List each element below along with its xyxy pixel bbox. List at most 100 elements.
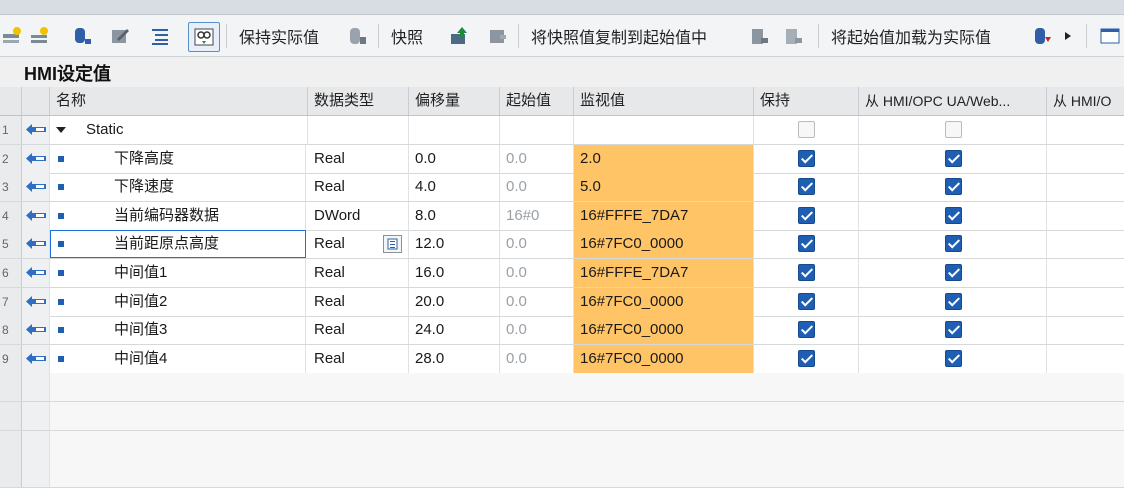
empty-row[interactable]: [0, 402, 1124, 431]
header-start-value[interactable]: 起始值: [500, 87, 574, 115]
header-hmi-access[interactable]: 从 HMI/OPC UA/Web...: [859, 87, 1047, 115]
load-start-as-actual-button[interactable]: 将起始值加载为实际值: [825, 22, 997, 50]
header-monitor-value[interactable]: 监视值: [574, 87, 754, 115]
retain-checkbox[interactable]: [798, 121, 815, 138]
monitor-value-cell[interactable]: 16#FFFE_7DA7: [574, 201, 754, 230]
table-row[interactable]: 9 中间值4 Real 28.0 0.0 16#7FC0_0000: [0, 344, 1124, 374]
datatype-cell[interactable]: Real: [308, 344, 409, 373]
table-row[interactable]: 7 中间值2 Real 20.0 0.0 16#7FC0_0000: [0, 287, 1124, 317]
name-cell[interactable]: 下降高度: [50, 144, 306, 173]
start-value-cell[interactable]: 16#0: [500, 201, 574, 230]
table-row[interactable]: 2 下降高度 Real 0.0 0.0 2.0: [0, 144, 1124, 174]
start-value-cell[interactable]: 0.0: [500, 259, 574, 287]
offset-cell[interactable]: 12.0: [409, 230, 500, 259]
snapshot-up-icon[interactable]: [447, 22, 471, 50]
offset-cell[interactable]: 0.0: [409, 144, 500, 173]
name-cell[interactable]: 中间值3: [50, 316, 306, 345]
header-name[interactable]: 名称: [50, 87, 308, 115]
datatype-cell[interactable]: Real: [308, 316, 409, 345]
retain-checkbox[interactable]: [798, 149, 815, 167]
table-row[interactable]: 5 当前距原点高度 Real 12.0 0.0 16#7FC0_0000: [0, 230, 1124, 260]
db-download-icon[interactable]: [1030, 22, 1054, 50]
start-value-cell[interactable]: 0.0: [500, 230, 574, 259]
header-retain[interactable]: 保持: [754, 87, 859, 115]
table-row[interactable]: 4 当前编码器数据 DWord 8.0 16#0 16#FFFE_7DA7: [0, 201, 1124, 231]
start-value-cell[interactable]: [500, 116, 574, 144]
offset-cell[interactable]: 20.0: [409, 287, 500, 316]
offset-cell[interactable]: [409, 116, 500, 144]
name-cell[interactable]: 当前距原点高度: [50, 230, 306, 259]
monitor-value-cell[interactable]: 16#7FC0_0000: [574, 287, 754, 316]
start-value-cell[interactable]: 0.0: [500, 144, 574, 173]
snapshot-copy-icon[interactable]: [486, 22, 510, 50]
offset-cell[interactable]: 4.0: [409, 173, 500, 202]
hmi-access-checkbox[interactable]: [945, 206, 962, 224]
datatype-cell[interactable]: [308, 116, 409, 144]
datatype-cell[interactable]: Real: [308, 173, 409, 202]
name-cell[interactable]: 中间值1: [50, 259, 306, 287]
expand-triangle-icon[interactable]: [56, 127, 66, 133]
monitor-value-cell[interactable]: 16#FFFE_7DA7: [574, 259, 754, 287]
empty-row[interactable]: [0, 373, 1124, 403]
insert-row-icon[interactable]: [0, 22, 24, 50]
add-row-icon[interactable]: [28, 22, 52, 50]
hmi-access-checkbox[interactable]: [945, 178, 962, 196]
retain-checkbox[interactable]: [798, 264, 815, 281]
offset-cell[interactable]: 8.0: [409, 201, 500, 230]
start-value-cell[interactable]: 0.0: [500, 344, 574, 373]
list-view-icon[interactable]: [148, 22, 172, 50]
monitor-value-cell[interactable]: 16#7FC0_0000: [574, 230, 754, 259]
hmi-access-checkbox[interactable]: [945, 149, 962, 167]
name-cell[interactable]: 当前编码器数据: [50, 201, 306, 230]
copy-snapshot-to-start-button[interactable]: 将快照值复制到起始值中: [525, 22, 713, 50]
datatype-cell[interactable]: DWord: [308, 201, 409, 230]
datatype-cell[interactable]: Real: [308, 287, 409, 316]
monitor-glasses-icon[interactable]: [188, 22, 220, 52]
datatype-picker-icon[interactable]: [383, 235, 402, 254]
hmi-access-checkbox[interactable]: [945, 321, 962, 339]
monitor-value-cell[interactable]: 5.0: [574, 173, 754, 202]
datatype-cell[interactable]: Real: [308, 259, 409, 287]
table-row[interactable]: 1 Static: [0, 116, 1124, 145]
empty-row[interactable]: [0, 459, 1124, 488]
db-edit-icon[interactable]: [70, 22, 94, 50]
start-value-cell[interactable]: 0.0: [500, 173, 574, 202]
table-row[interactable]: 8 中间值3 Real 24.0 0.0 16#7FC0_0000: [0, 316, 1124, 346]
snapshot-db-icon[interactable]: [345, 22, 369, 50]
start-value-cell[interactable]: 0.0: [500, 287, 574, 316]
table-row[interactable]: 3 下降速度 Real 4.0 0.0 5.0: [0, 173, 1124, 203]
hmi-access-checkbox[interactable]: [945, 349, 962, 367]
retain-checkbox[interactable]: [798, 321, 815, 339]
monitor-value-cell[interactable]: 2.0: [574, 144, 754, 173]
monitor-value-cell[interactable]: 16#7FC0_0000: [574, 316, 754, 345]
retain-checkbox[interactable]: [798, 349, 815, 367]
window-layout-icon[interactable]: [1098, 22, 1122, 50]
retain-checkbox[interactable]: [798, 292, 815, 310]
table-row[interactable]: 6 中间值1 Real 16.0 0.0 16#FFFE_7DA7: [0, 259, 1124, 288]
monitor-value-cell[interactable]: 16#7FC0_0000: [574, 344, 754, 373]
start-value-copy-icon[interactable]: [782, 22, 806, 50]
more-arrow-icon[interactable]: [1062, 22, 1074, 50]
hmi-access-checkbox[interactable]: [945, 292, 962, 310]
retain-checkbox[interactable]: [798, 206, 815, 224]
name-cell[interactable]: 中间值4: [50, 344, 306, 373]
retain-checkbox[interactable]: [798, 235, 815, 253]
start-value-cell[interactable]: 0.0: [500, 316, 574, 345]
datatype-cell[interactable]: Real: [308, 144, 409, 173]
name-cell[interactable]: Static: [50, 116, 308, 144]
offset-cell[interactable]: 24.0: [409, 316, 500, 345]
header-datatype[interactable]: 数据类型: [308, 87, 409, 115]
name-cell[interactable]: 下降速度: [50, 173, 306, 202]
retain-checkbox[interactable]: [798, 178, 815, 196]
empty-row[interactable]: [0, 430, 1124, 460]
monitor-value-cell[interactable]: [574, 116, 754, 144]
keep-actual-values-button[interactable]: 保持实际值: [233, 22, 325, 50]
header-hmi-visible[interactable]: 从 HMI/O: [1047, 87, 1124, 115]
header-offset[interactable]: 偏移量: [409, 87, 500, 115]
name-cell[interactable]: 中间值2: [50, 287, 306, 316]
offset-cell[interactable]: 28.0: [409, 344, 500, 373]
hmi-access-checkbox[interactable]: [945, 264, 962, 281]
hmi-access-checkbox[interactable]: [945, 235, 962, 253]
offset-cell[interactable]: 16.0: [409, 259, 500, 287]
start-value-load-icon[interactable]: [748, 22, 772, 50]
